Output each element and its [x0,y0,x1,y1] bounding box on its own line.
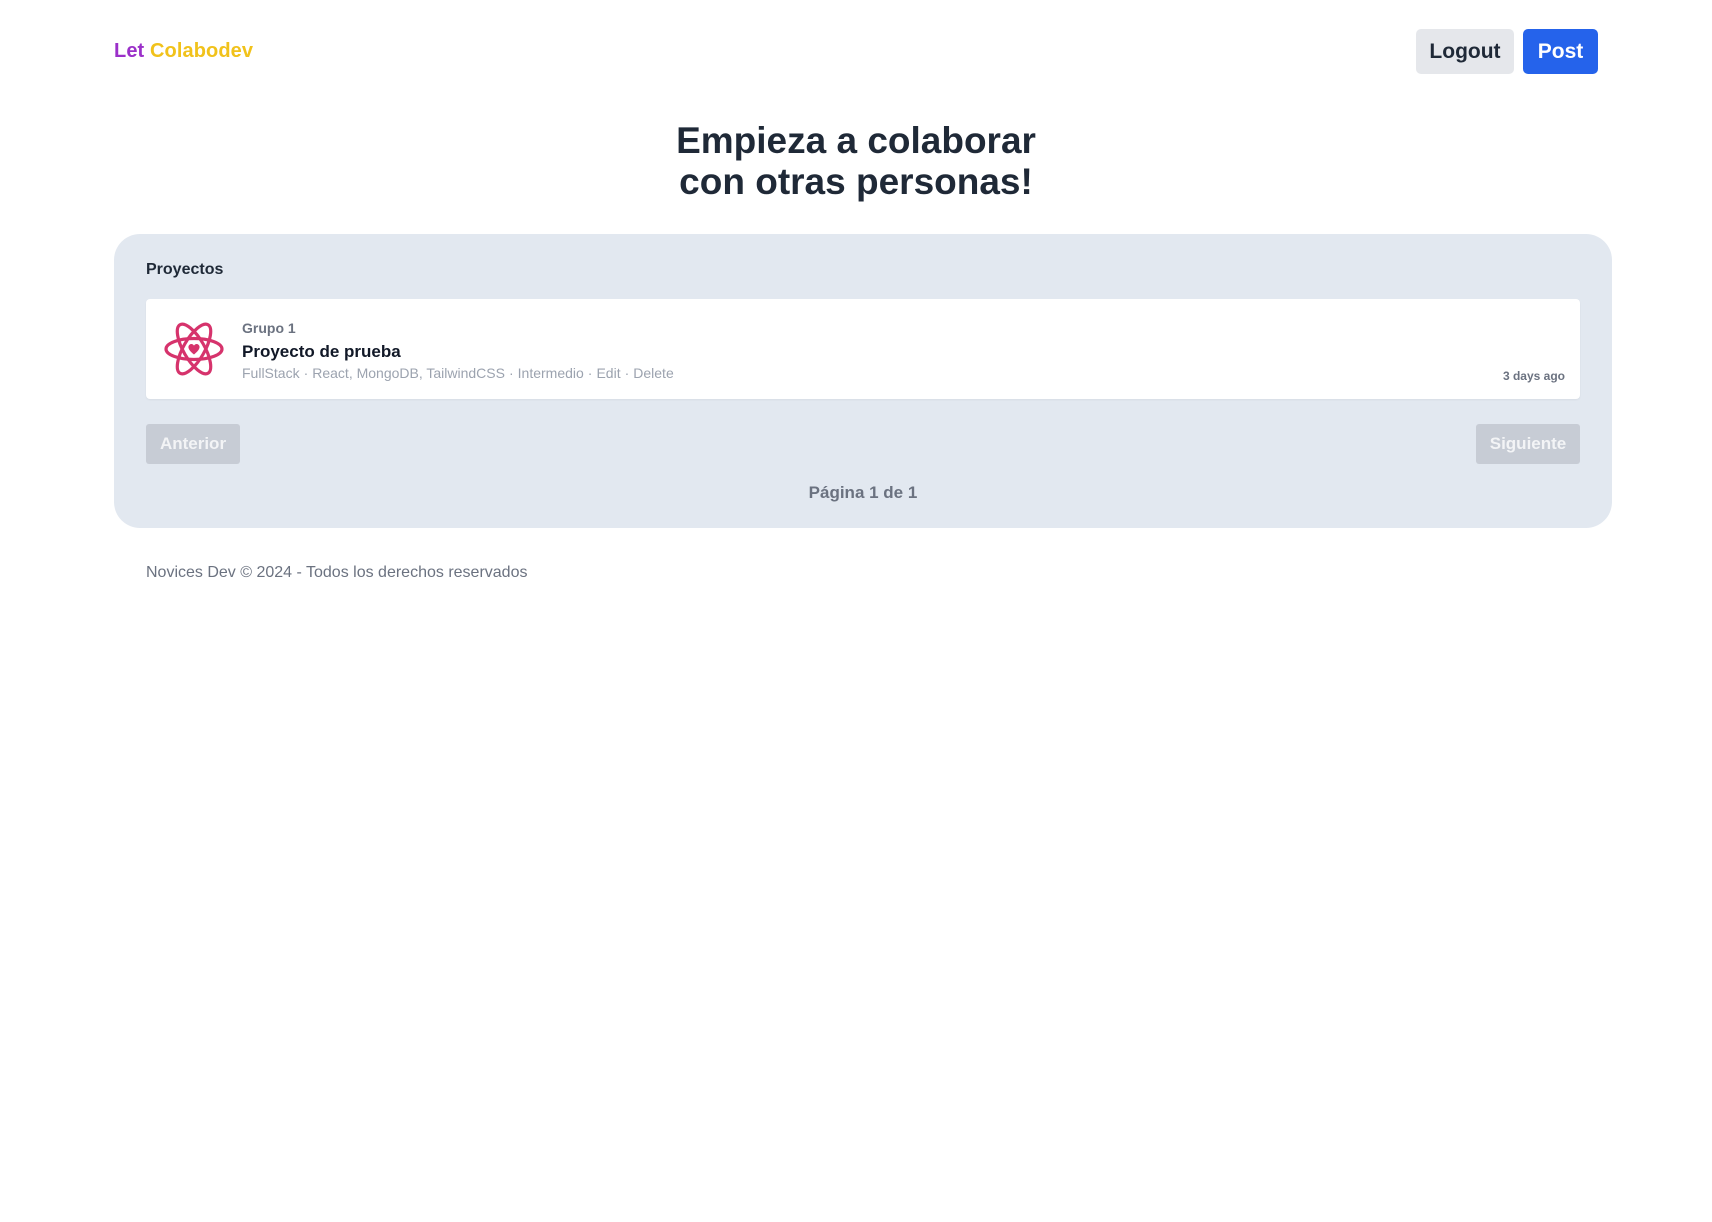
header-actions: Logout Post [1416,29,1598,74]
logo-let: Let [114,40,145,62]
hero-heading: Empieza a colaborar con otras personas! [0,120,1712,202]
previous-page-button[interactable]: Anterior [146,424,240,464]
project-meta: FullStack · React, MongoDB, TailwindCSS · In… [242,365,674,381]
post-button[interactable]: Post [1523,29,1598,74]
project-stack: React, MongoDB, TailwindCSS [312,365,505,381]
meta-separator: · [303,365,309,381]
project-group: Grupo 1 [242,320,296,336]
projects-section-title: Proyectos [146,261,224,278]
page-indicator: Página 1 de 1 [808,483,918,502]
edit-project-link[interactable]: Edit [596,365,620,381]
next-page-button[interactable]: Siguiente [1476,424,1580,464]
page: Let Colabodev Logout Post Empieza a cola… [0,0,1712,1222]
project-role: FullStack [242,365,300,381]
top-navbar: Let Colabodev Logout Post [114,29,1598,74]
project-title[interactable]: Proyecto de prueba [242,342,401,362]
logout-button[interactable]: Logout [1416,29,1514,74]
project-card[interactable]: Grupo 1 Proyecto de prueba FullStack · Rea… [146,299,1580,399]
hero-line-2: con otras personas! [679,161,1033,202]
react-atom-heart-icon [164,322,224,376]
meta-separator: · [587,365,593,381]
logo-brand: Colabodev [149,40,254,62]
projects-panel: Proyectos Grupo 1 Proyecto de prueba Ful… [114,234,1612,528]
delete-project-link[interactable]: Delete [633,365,673,381]
project-level: Intermedio [517,365,584,381]
hero-line-1: Empieza a colaborar [676,120,1036,161]
footer-text: Novices Dev © 2024 - Todos los derechos … [146,564,528,581]
logo[interactable]: Let Colabodev [114,40,253,63]
meta-separator: · [508,365,514,381]
meta-separator: · [624,365,630,381]
project-time-ago: 3 days ago [1502,369,1565,383]
